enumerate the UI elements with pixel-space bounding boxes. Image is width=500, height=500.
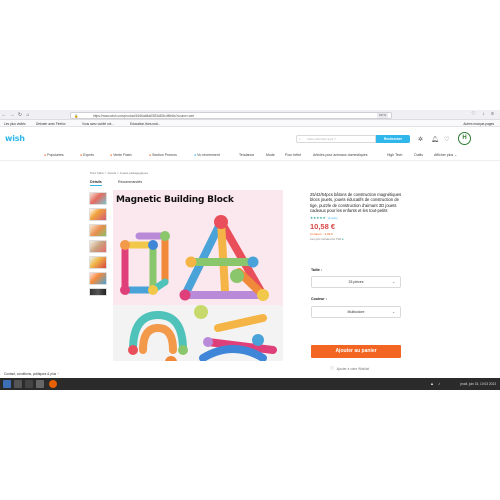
back-icon[interactable]: ← bbox=[0, 112, 8, 118]
tax-info: Les prix incluent la TVA ● bbox=[310, 237, 344, 242]
chevron-down-icon: ⌄ bbox=[454, 153, 458, 157]
product-title: 25/42/64pcs bâtons de construction magné… bbox=[310, 192, 402, 213]
heart-icon: ♡ bbox=[330, 366, 335, 372]
category-tendance[interactable]: Tendance bbox=[239, 153, 254, 157]
tag-icon: ● bbox=[149, 153, 152, 157]
bookmark-item[interactable]: Vous avez oublié vot... bbox=[82, 122, 114, 126]
category-afficher-plus[interactable]: Afficher plus ⌄ bbox=[434, 153, 457, 157]
breadcrumb[interactable]: Pour bébé > Jouets > Jouets pédagogiques bbox=[90, 171, 148, 175]
product-main-image[interactable]: Magnetic Building Block bbox=[113, 190, 283, 361]
size-select[interactable]: 25 pièces ⌄ bbox=[311, 276, 401, 288]
bookmark-item[interactable]: Les plus visités bbox=[4, 122, 26, 126]
file-manager-icon[interactable] bbox=[14, 380, 22, 388]
thumbnail[interactable] bbox=[89, 208, 107, 221]
thumbnail-list bbox=[89, 192, 109, 299]
clock-icon: ● bbox=[194, 153, 197, 157]
product-info: 25/42/64pcs bâtons de construction magné… bbox=[310, 192, 402, 241]
fire-icon: ● bbox=[44, 153, 47, 157]
star-rating-icon: ★★★★★ bbox=[310, 216, 326, 221]
info-icon[interactable]: ● bbox=[342, 237, 344, 241]
menu-icon[interactable]: ≡ bbox=[491, 111, 494, 117]
category-section-promos[interactable]: ●Section Promos bbox=[149, 153, 177, 157]
bookmarks-bar: Les plus visités Débuter avec Firefox Vo… bbox=[0, 120, 500, 127]
network-icon[interactable]: ▲ bbox=[430, 381, 434, 386]
other-bookmarks[interactable]: Autres marque-pages bbox=[463, 122, 494, 126]
category-high-tech[interactable]: High Tech bbox=[387, 153, 403, 157]
chevron-down-icon: ⌄ bbox=[392, 310, 395, 314]
screenshot: ← → ↻ ⌂ 🔒 https://www.wish.com/product/6… bbox=[0, 110, 500, 390]
wish-logo[interactable]: wish bbox=[5, 134, 25, 143]
gear-icon[interactable]: ✲ bbox=[418, 136, 423, 143]
reload-icon[interactable]: ↻ bbox=[16, 112, 24, 118]
review-count: (4 avis) bbox=[327, 216, 338, 221]
bell-icon[interactable]: 🔔︎ bbox=[431, 136, 439, 143]
category-nav: ●Populaires ●Exprès ●Vente Flash ●Sectio… bbox=[0, 151, 500, 161]
product-price: 10,58 € bbox=[310, 222, 336, 232]
home-icon[interactable]: ⌂ bbox=[24, 112, 32, 118]
product-rating[interactable]: ★★★★★ (4 avis) bbox=[310, 216, 402, 220]
size-label: Taille : bbox=[311, 268, 323, 272]
os-taskbar: ▲ ♪ jeudi, juin 15, 10:03 2023 bbox=[0, 378, 500, 390]
add-to-wishlist-link[interactable]: ♡ Ajouter à votre Wishlist bbox=[330, 366, 369, 372]
thumbnail[interactable] bbox=[89, 192, 107, 205]
avatar[interactable]: H bbox=[458, 132, 471, 145]
magnetic-blocks-illustration bbox=[113, 190, 283, 361]
category-outils[interactable]: Outils bbox=[414, 153, 423, 157]
text-editor-icon[interactable] bbox=[36, 380, 44, 388]
bolt-icon: ● bbox=[80, 153, 83, 157]
category-animaux[interactable]: Articles pour animaux domestiques bbox=[313, 153, 367, 157]
product-image-title: Magnetic Building Block bbox=[116, 195, 234, 205]
bookmark-item[interactable]: Débuter avec Firefox bbox=[36, 122, 66, 126]
footer-links[interactable]: Contact, conditions, politiques & plus ⌃ bbox=[4, 372, 60, 376]
thumbnail[interactable] bbox=[89, 272, 107, 285]
firefox-icon[interactable] bbox=[49, 380, 57, 388]
url-text: https://www.wish.com/product/6166ab8a83f… bbox=[93, 113, 195, 118]
category-mode[interactable]: Mode bbox=[266, 153, 275, 157]
search-button[interactable]: Rechercher bbox=[376, 135, 410, 143]
volume-icon[interactable]: ♪ bbox=[438, 381, 440, 386]
category-vu-recemment[interactable]: ●Vu récemment bbox=[194, 153, 220, 157]
add-to-cart-button[interactable]: Ajouter au panier bbox=[311, 345, 401, 358]
chevron-down-icon: ⌄ bbox=[392, 280, 395, 284]
tab-details[interactable]: Détails bbox=[90, 180, 102, 186]
color-value: Multicolore bbox=[347, 310, 365, 314]
category-pour-bebe[interactable]: Pour bébé bbox=[285, 153, 301, 157]
forward-icon[interactable]: → bbox=[8, 112, 16, 118]
taskbar-clock: jeudi, juin 15, 10:03 2023 bbox=[460, 381, 496, 386]
download-icon[interactable]: ↓ bbox=[482, 111, 485, 117]
terminal-icon[interactable] bbox=[25, 380, 33, 388]
category-expres[interactable]: ●Exprès bbox=[80, 153, 94, 157]
pocket-icon[interactable]: ♡ bbox=[471, 111, 475, 117]
category-vente-flash[interactable]: ●Vente Flash bbox=[110, 153, 132, 157]
tab-recommandes[interactable]: Recommandés bbox=[118, 180, 142, 184]
category-populaires[interactable]: ●Populaires bbox=[44, 153, 64, 157]
thumbnail[interactable] bbox=[89, 240, 107, 253]
flash-icon: ● bbox=[110, 153, 113, 157]
search-input[interactable]: ⌕ Vous cherchez quoi ? bbox=[296, 135, 376, 143]
search-placeholder: Vous cherchez quoi ? bbox=[307, 137, 336, 141]
color-label: Couleur : bbox=[311, 297, 327, 301]
thumbnail[interactable] bbox=[89, 288, 107, 296]
lock-icon: 🔒 bbox=[74, 113, 79, 118]
site-header: wish ⌕ Vous cherchez quoi ? Rechercher ✲… bbox=[0, 127, 500, 149]
zoom-level[interactable]: 90 % bbox=[377, 113, 388, 118]
url-bar[interactable]: 🔒 https://www.wish.com/product/6166ab8a8… bbox=[70, 111, 392, 119]
chevron-up-icon: ⌃ bbox=[56, 372, 60, 376]
browser-navbar: ← → ↻ ⌂ 🔒 https://www.wish.com/product/6… bbox=[0, 110, 500, 120]
bookmark-item[interactable]: Education.lives.mat... bbox=[130, 122, 160, 126]
size-value: 25 pièces bbox=[348, 280, 364, 284]
thumbnail[interactable] bbox=[89, 256, 107, 269]
color-select[interactable]: Multicolore ⌄ bbox=[311, 306, 401, 318]
search-icon: ⌕ bbox=[299, 137, 301, 141]
shipping-info: Livraison : 3,99 € bbox=[310, 231, 333, 236]
heart-icon[interactable]: ♡ bbox=[444, 136, 449, 143]
thumbnail[interactable] bbox=[89, 224, 107, 237]
start-menu-icon[interactable] bbox=[3, 380, 11, 388]
